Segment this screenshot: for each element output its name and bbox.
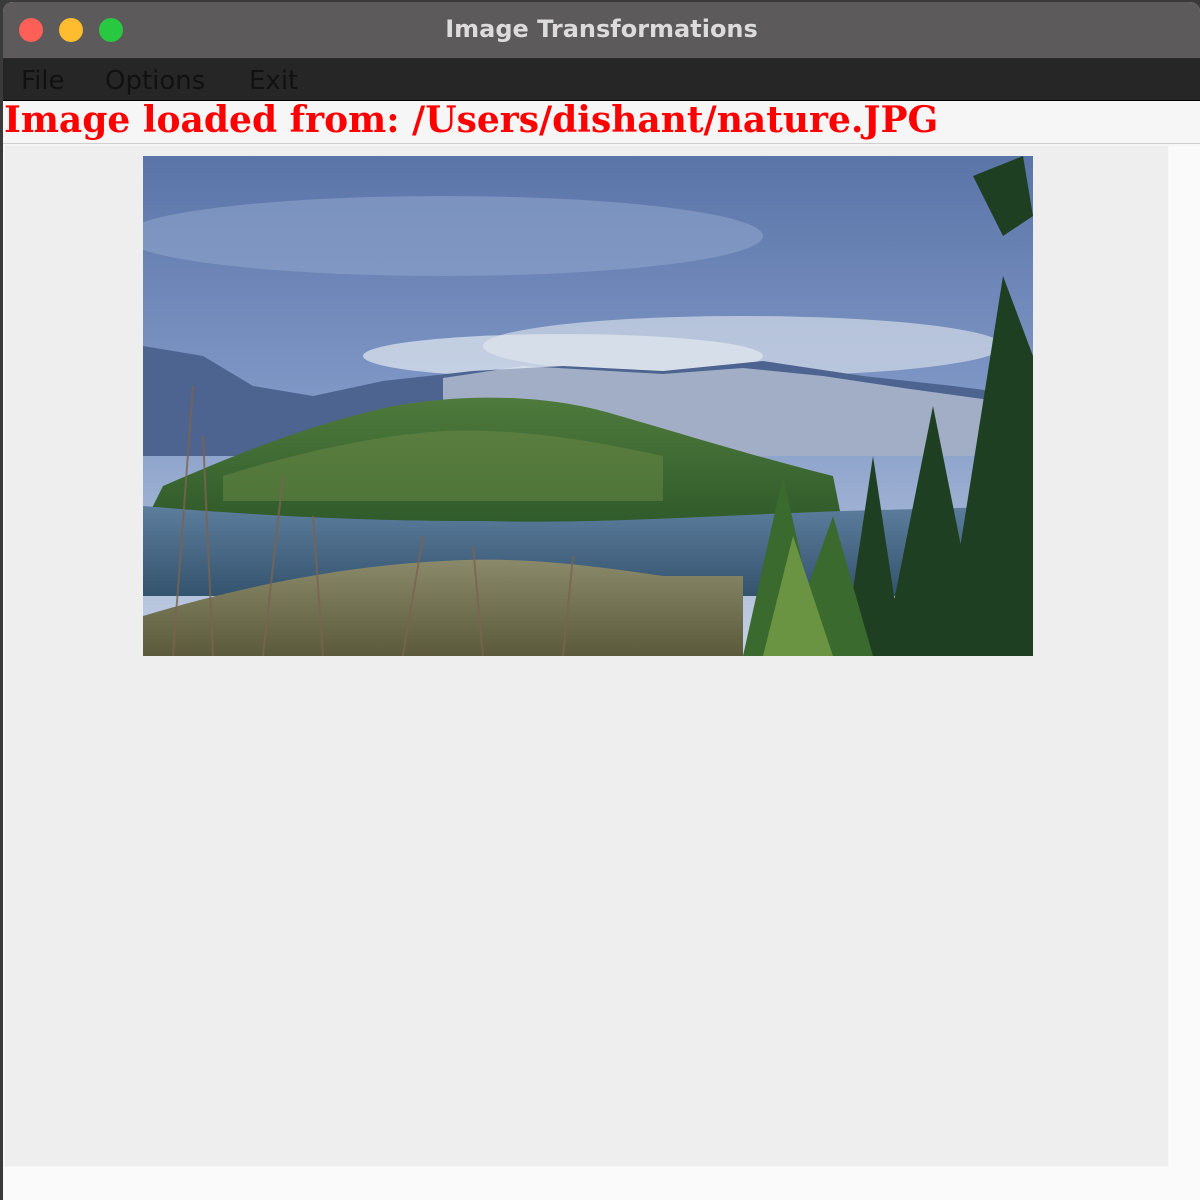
app-window: Image Transformations File Options Exit … (3, 2, 1200, 1200)
menu-file[interactable]: File (21, 63, 65, 99)
menu-exit[interactable]: Exit (249, 63, 298, 99)
right-gutter (1169, 146, 1200, 1200)
image-panel (5, 146, 1168, 1166)
landscape-photo-icon (143, 156, 1033, 656)
menu-options[interactable]: Options (105, 63, 205, 99)
image-loaded-status: Image loaded from: /Users/dishant/nature… (4, 99, 939, 141)
window-title: Image Transformations (445, 15, 758, 43)
title-bar[interactable]: Image Transformations (3, 2, 1200, 59)
menu-bar: File Options Exit (3, 59, 1200, 101)
bottom-gutter (3, 1167, 1169, 1200)
loaded-image (143, 156, 1033, 656)
status-row: Image loaded from: /Users/dishant/nature… (3, 99, 1200, 144)
